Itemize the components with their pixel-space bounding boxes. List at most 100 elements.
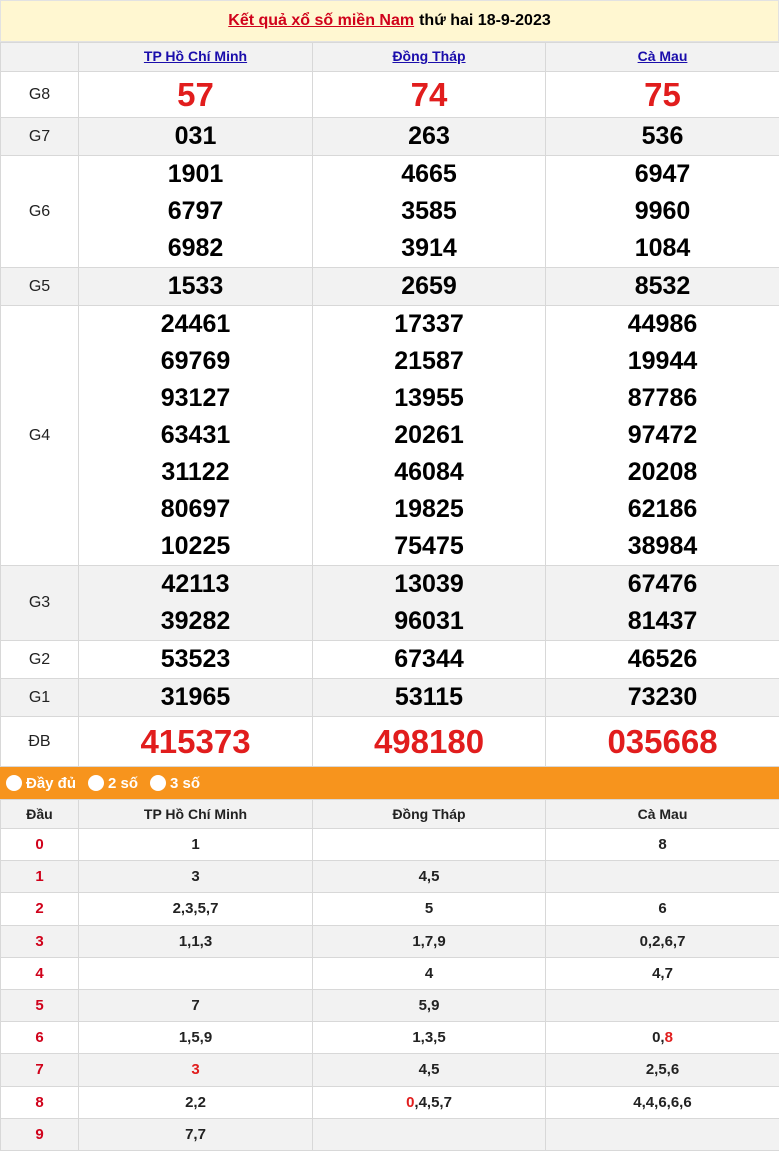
prize-number: 536: [641, 122, 684, 150]
loto-value: 1,1,3: [178, 932, 213, 950]
prize-number: 9960: [634, 197, 691, 225]
prize-row: G6 1901 6797 6982 4665 3585 3914 6947 9960 1084: [0, 155, 779, 268]
radio-icon[interactable]: [88, 775, 105, 791]
prize-cell: 67476 81437: [545, 565, 779, 641]
prize-number: 39282: [160, 607, 231, 635]
prize-label: G7: [0, 117, 79, 156]
option-3-digits[interactable]: 3 số: [150, 775, 200, 792]
radio-icon[interactable]: [6, 775, 22, 791]
prize-number: 1533: [167, 272, 224, 300]
loto-dau: 8: [0, 1085, 79, 1119]
prize-label: G2: [0, 640, 79, 679]
loto-value: 2,5,6: [645, 1061, 680, 1079]
loto-cell: 1,3,5: [312, 1021, 546, 1055]
province-header-hcm: TP Hồ Chí Minh: [78, 42, 313, 72]
loto-cell: 0,4,5,7: [312, 1085, 546, 1119]
loto-dau: 3: [0, 924, 79, 958]
prize-number: 31122: [161, 458, 230, 486]
loto-cell: 0,8: [545, 1021, 779, 1055]
loto-cell: [545, 1117, 779, 1151]
prize-number: 21587: [394, 347, 464, 375]
prize-number: 3585: [401, 197, 457, 225]
option-3-label: 3 số: [170, 774, 201, 792]
province-link-camau[interactable]: Cà Mau: [638, 48, 688, 64]
prize-number: 19825: [394, 495, 464, 523]
loto-cell: 4,5: [312, 860, 546, 894]
prize-number: 69769: [160, 347, 231, 375]
loto-cell: 0,2,6,7: [545, 924, 779, 958]
prize-number: 38984: [627, 532, 698, 560]
prize-label: G4: [0, 305, 79, 566]
loto-cell: 1: [78, 827, 313, 862]
loto-cell: 5,9: [312, 988, 546, 1023]
prize-number: 46526: [627, 645, 698, 673]
loto-cell: 6: [545, 892, 779, 926]
province-link-hcm[interactable]: TP Hồ Chí Minh: [144, 48, 247, 64]
prize-number: 035668: [607, 722, 718, 760]
loto-value: 4: [424, 964, 434, 982]
loto-value: 1: [191, 836, 200, 854]
prize-cell: 13039 96031: [312, 565, 546, 641]
loto-row: 5 7 5,9: [0, 988, 779, 1023]
loto-dau: 2: [0, 892, 79, 926]
province-link-dongthap[interactable]: Đồng Tháp: [392, 48, 465, 64]
prize-cell: 498180: [312, 716, 546, 767]
loto-table: Đầu TP Hồ Chí Minh Đồng Tháp Cà Mau 0181…: [0, 799, 779, 1151]
loto-cell: 4,5: [312, 1053, 546, 1087]
option-full-label: Đầy đủ: [26, 774, 77, 792]
loto-cell: [312, 827, 546, 862]
prize-number: 57: [177, 75, 214, 113]
loto-value: ,4,5,7: [414, 1093, 452, 1111]
loto-cell: 1,1,3: [78, 924, 313, 958]
prize-row: G2 53523 67344 46526: [0, 640, 779, 679]
prize-number: 19944: [627, 347, 698, 375]
loto-dau: 9: [0, 1117, 79, 1151]
loto-value: 5,9: [418, 997, 440, 1015]
prize-cell: 73230: [545, 678, 779, 717]
prize-number: 1084: [634, 234, 691, 262]
loto-header-row: Đầu TP Hồ Chí Minh Đồng Tháp Cà Mau: [0, 799, 779, 829]
prize-cell: 536: [545, 117, 779, 156]
prize-number: 415373: [140, 722, 251, 760]
loto-dau: 4: [0, 956, 79, 990]
title-link[interactable]: Kết quả xổ số miền Nam: [228, 12, 414, 30]
option-2-digits[interactable]: 2 số: [88, 775, 138, 792]
loto-header-dongthap: Đồng Tháp: [312, 799, 546, 829]
prize-cell: 8532: [545, 267, 779, 306]
loto-cell: 1,7,9: [312, 924, 546, 958]
results-table: TP Hồ Chí Minh Đồng Tháp Cà Mau G8 57 74 75…: [0, 42, 779, 767]
loto-row: 8 2,2 0,4,5,7 4,4,6,6,6: [0, 1085, 779, 1119]
loto-header-hcm: TP Hồ Chí Minh: [78, 799, 313, 829]
prize-label: ĐB: [0, 716, 79, 767]
loto-cell: 3: [78, 1053, 313, 1087]
prize-number: 10225: [160, 532, 231, 560]
prize-number: 74: [410, 75, 448, 113]
prize-cell: 75: [545, 71, 779, 118]
prize-cell: 67344: [312, 640, 546, 679]
header-empty-cell: [0, 42, 79, 72]
loto-value: 5: [424, 900, 434, 918]
prize-number: 96031: [394, 607, 464, 635]
loto-cell: 2,5,6: [545, 1053, 779, 1087]
loto-value: 4,4,6,6,6: [633, 1093, 692, 1111]
loto-cell: [545, 860, 779, 894]
prize-number: 20261: [394, 421, 464, 449]
loto-value: 0,2,6,7: [639, 932, 686, 950]
prize-number: 42113: [161, 570, 230, 598]
prize-cell: 263: [312, 117, 546, 156]
prize-cell: 031: [78, 117, 313, 156]
prize-row: G4 24461 69769 93127 63431 31122 80697 10225 173…: [0, 305, 779, 566]
prize-number: 75475: [394, 532, 464, 560]
prize-number: 8532: [634, 272, 691, 300]
loto-row: 4 4 4,7: [0, 956, 779, 990]
loto-value: 1,7,9: [412, 932, 446, 950]
option-full[interactable]: Đầy đủ: [6, 775, 76, 792]
prize-number: 1901: [167, 160, 224, 188]
loto-cell: [312, 1117, 546, 1151]
province-header-row: TP Hồ Chí Minh Đồng Tháp Cà Mau: [0, 42, 779, 72]
prize-label: G3: [0, 565, 79, 641]
prize-number: 6947: [634, 160, 691, 188]
loto-value: 6: [658, 900, 667, 918]
prize-number: 67344: [394, 645, 464, 673]
radio-icon[interactable]: [150, 775, 167, 791]
